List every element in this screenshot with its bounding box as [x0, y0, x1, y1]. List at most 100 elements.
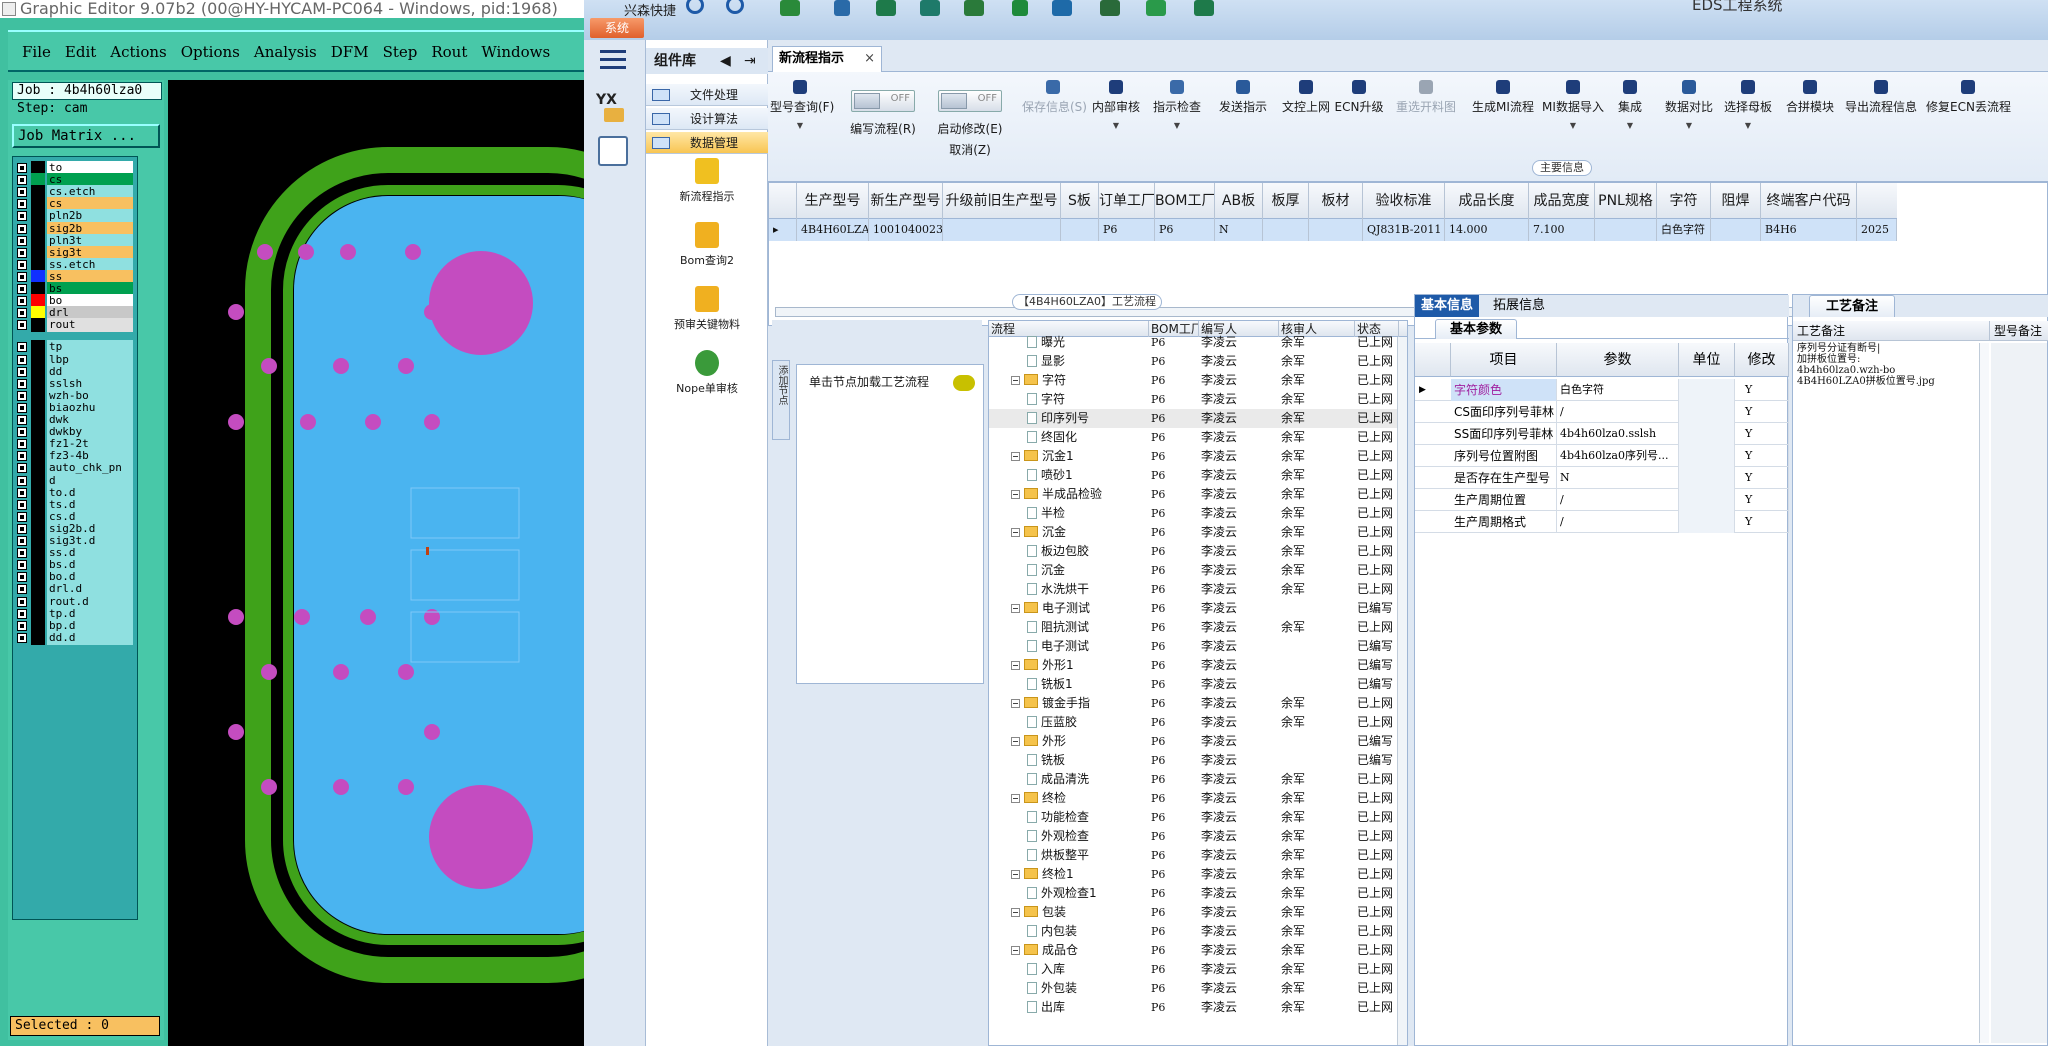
tab-new-flow-instruction[interactable]: 新流程指示 ×: [772, 46, 882, 72]
layer-checkbox[interactable]: [17, 308, 27, 319]
collapse-icon[interactable]: [1011, 490, 1020, 499]
param-modify[interactable]: Y: [1735, 445, 1789, 467]
collapse-icon[interactable]: [1011, 661, 1020, 670]
flow-node[interactable]: 成品清洗: [1027, 770, 1149, 789]
list-item[interactable]: 沉金1 P6 李凌云 余军 已上网: [989, 447, 1399, 466]
param-column-header[interactable]: 项目: [1451, 343, 1557, 377]
list-item[interactable]: 压蓝胶 P6 李凌云 余军 已上网: [989, 713, 1399, 732]
column-header[interactable]: S板: [1061, 183, 1099, 219]
layer-checkbox[interactable]: [17, 354, 27, 365]
film-icon[interactable]: [876, 0, 896, 16]
picture-icon[interactable]: [1052, 0, 1072, 16]
flow-node[interactable]: 板边包胶: [1027, 542, 1149, 561]
column-header[interactable]: 成品长度: [1445, 183, 1529, 219]
layer-checkbox[interactable]: [17, 463, 27, 474]
param-modify[interactable]: Y: [1735, 401, 1789, 423]
library-item[interactable]: 文件处理: [646, 84, 768, 106]
list-item[interactable]: 外形1 P6 李凌云 已编写: [989, 656, 1399, 675]
grid-cell[interactable]: B4H6: [1761, 219, 1857, 241]
column-header[interactable]: 板厚: [1263, 183, 1309, 219]
toggle-switch[interactable]: OFF: [851, 90, 915, 112]
table-row[interactable]: 生产周期格式 / Y: [1415, 511, 1789, 533]
layer-checkbox[interactable]: [17, 211, 27, 222]
grid-cell[interactable]: [1309, 219, 1363, 241]
toolbar-button-4[interactable]: 内部审核 ▼: [1088, 76, 1144, 176]
flow-node[interactable]: 出库: [1027, 998, 1149, 1017]
table-row[interactable]: 是否存在生产型号 N Y: [1415, 467, 1789, 489]
list-item[interactable]: 出库 P6 李凌云 余军 已上网: [989, 998, 1399, 1017]
tab-process-notes[interactable]: 工艺备注: [1809, 295, 1896, 317]
column-header[interactable]: 新生产型号: [869, 183, 943, 219]
library-tool[interactable]: 预审关键物料: [646, 286, 768, 332]
flow-node[interactable]: 包装: [1011, 903, 1149, 922]
param-column-header[interactable]: 单位: [1679, 343, 1735, 377]
layer-checkbox[interactable]: [17, 608, 27, 619]
flow-node[interactable]: 外观检查1: [1027, 884, 1149, 903]
column-header[interactable]: 验收标准: [1363, 183, 1445, 219]
list-item[interactable]: 曝光 P6 李凌云 余军 已上网: [989, 333, 1399, 352]
flow-node[interactable]: 电子测试: [1011, 599, 1149, 618]
flow-node[interactable]: 终固化: [1027, 428, 1149, 447]
column-header[interactable]: 终端客户代码: [1761, 183, 1857, 219]
list-item[interactable]: 镀金手指 P6 李凌云 余军 已上网: [989, 694, 1399, 713]
calculator-icon[interactable]: [598, 136, 628, 166]
row-indicator[interactable]: ▸: [769, 219, 797, 241]
monitor-icon[interactable]: [1100, 0, 1120, 16]
toolbar-button-2[interactable]: OFF 启动修改(E) 取消(Z): [930, 76, 1010, 176]
flow-node[interactable]: 外形: [1011, 732, 1149, 751]
param-modify[interactable]: Y: [1735, 467, 1789, 489]
grid-cell[interactable]: 白色字符: [1657, 219, 1711, 241]
toolbar-button-3[interactable]: 保存信息(S): [1022, 76, 1087, 176]
copy-icon[interactable]: [920, 0, 940, 16]
list-item[interactable]: 终固化 P6 李凌云 余军 已上网: [989, 428, 1399, 447]
layer-checkbox[interactable]: [17, 451, 27, 462]
toggle-switch[interactable]: OFF: [938, 90, 1002, 112]
layer-checkbox[interactable]: [17, 511, 27, 522]
toolbar-button-16[interactable]: 导出流程信息: [1842, 76, 1920, 176]
table-row[interactable]: CS面印序列号菲林 / Y: [1415, 401, 1789, 423]
layer-checkbox[interactable]: [17, 620, 27, 631]
layer-checkbox[interactable]: [17, 487, 27, 498]
collapse-icon[interactable]: [1011, 946, 1020, 955]
layer-checkbox[interactable]: [17, 163, 27, 173]
flow-node[interactable]: 烘板整平: [1027, 846, 1149, 865]
flow-node[interactable]: 印序列号: [1027, 409, 1149, 428]
table-icon[interactable]: [780, 0, 800, 16]
flow-node[interactable]: 镀金手指: [1011, 694, 1149, 713]
list-item[interactable]: 铣板 P6 李凌云 已编写: [989, 751, 1399, 770]
list-item[interactable]: 水洗烘干 P6 李凌云 余军 已上网: [989, 580, 1399, 599]
column-header[interactable]: 升级前旧生产型号: [943, 183, 1061, 219]
list-item[interactable]: 成品仓 P6 李凌云 余军 已上网: [989, 941, 1399, 960]
list-item[interactable]: 包装 P6 李凌云 余军 已上网: [989, 903, 1399, 922]
layer-checkbox[interactable]: [17, 342, 27, 353]
collapse-icon[interactable]: [1011, 604, 1020, 613]
flow-node[interactable]: 入库: [1027, 960, 1149, 979]
library-tool[interactable]: Nope单审核: [646, 350, 768, 396]
column-header[interactable]: 订单工厂: [1099, 183, 1155, 219]
layer-checkbox[interactable]: [17, 284, 27, 294]
column-header[interactable]: AB板: [1215, 183, 1263, 219]
column-header[interactable]: 生产型号: [797, 183, 869, 219]
list-item[interactable]: 喷砂1 P6 李凌云 余军 已上网: [989, 466, 1399, 485]
grid-cell[interactable]: [943, 219, 1061, 241]
grid-cell[interactable]: 7.100: [1529, 219, 1595, 241]
library-tool[interactable]: 新流程指示: [646, 158, 768, 204]
list-item[interactable]: 成品清洗 P6 李凌云 余军 已上网: [989, 770, 1399, 789]
flow-node[interactable]: 沉金1: [1011, 447, 1149, 466]
layer-checkbox[interactable]: [17, 296, 27, 307]
table-row[interactable]: 序列号位置附图 4b4h60lza0序列号... Y: [1415, 445, 1789, 467]
flow-node[interactable]: 成品仓: [1011, 941, 1149, 960]
library-item[interactable]: 数据管理: [646, 132, 768, 154]
layer-checkbox[interactable]: [17, 259, 27, 270]
param-value[interactable]: 4b4h60lza0.sslsh: [1557, 423, 1679, 445]
param-value[interactable]: /: [1557, 511, 1679, 533]
tab-info-0[interactable]: 基本信息: [1415, 295, 1480, 317]
collapse-icon[interactable]: [1011, 908, 1020, 917]
layer-checkbox[interactable]: [17, 439, 27, 450]
collapse-icon[interactable]: [1011, 452, 1020, 461]
flow-node[interactable]: 压蓝胶: [1027, 713, 1149, 732]
flow-node[interactable]: 字符: [1011, 371, 1149, 390]
flow-node[interactable]: 外观检查: [1027, 827, 1149, 846]
flow-node[interactable]: 终检1: [1011, 865, 1149, 884]
layer-checkbox[interactable]: [17, 632, 27, 643]
